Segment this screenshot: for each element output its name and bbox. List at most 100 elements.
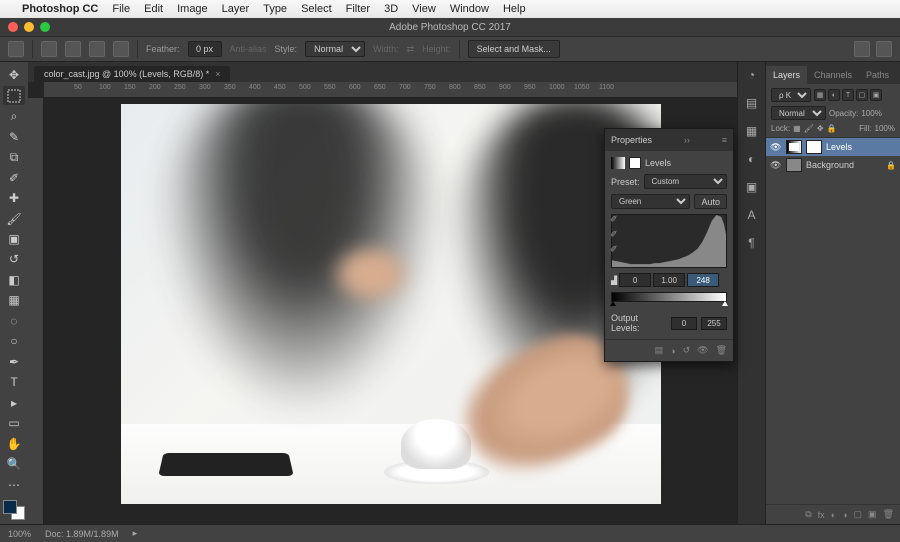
gray-point-eyedropper-icon[interactable]: ✐ [610, 229, 622, 241]
visibility-icon[interactable]: 👁 [770, 160, 782, 171]
menu-file[interactable]: File [112, 3, 130, 15]
lock-position-icon[interactable]: ✥ [817, 124, 824, 133]
history-panel-icon[interactable]: ◔ [743, 66, 761, 84]
canvas[interactable] [121, 104, 661, 504]
menu-layer[interactable]: Layer [222, 3, 250, 15]
select-and-mask-button[interactable]: Select and Mask... [468, 40, 560, 58]
foreground-color-swatch[interactable] [3, 500, 17, 514]
histogram[interactable] [611, 214, 727, 268]
layer-row[interactable]: 👁 Levels [766, 138, 900, 156]
layer-style-icon[interactable]: fx [818, 510, 825, 520]
adjustments-panel-icon[interactable]: ◐ [743, 150, 761, 168]
adjustment-thumbnail[interactable] [786, 140, 802, 154]
filter-smart-icon[interactable]: ▣ [870, 89, 882, 101]
eyedropper-tool[interactable]: ✐ [3, 168, 25, 186]
filter-kind-select[interactable]: ρ Kind [771, 88, 811, 102]
layer-mask-icon[interactable]: ◐ [831, 510, 836, 520]
brush-tool[interactable]: 🖌 [3, 209, 25, 227]
hand-tool[interactable]: ✋ [3, 434, 25, 452]
output-black-slider[interactable] [610, 301, 616, 306]
vertical-ruler[interactable] [28, 98, 44, 524]
panel-menu-icon[interactable]: ≡ [896, 65, 900, 84]
histogram-icon[interactable]: ▟ [611, 276, 617, 285]
channels-tab[interactable]: Channels [807, 66, 859, 84]
menu-edit[interactable]: Edit [144, 3, 163, 15]
style-select[interactable]: Normal [305, 41, 365, 57]
layer-thumbnail[interactable] [786, 158, 802, 172]
search-icon[interactable] [854, 41, 870, 57]
lock-paint-icon[interactable]: 🖌 [804, 124, 814, 133]
doc-info-arrow-icon[interactable]: ▸ [133, 528, 138, 539]
menu-filter[interactable]: Filter [346, 3, 370, 15]
new-adjustment-icon[interactable]: ◑ [842, 510, 847, 520]
dodge-tool[interactable]: ○ [3, 332, 25, 350]
layer-row[interactable]: 👁 Background 🔒 [766, 156, 900, 174]
doc-info[interactable]: Doc: 1.89M/1.89M [45, 529, 119, 539]
character-panel-icon[interactable]: A [743, 206, 761, 224]
filter-pixel-icon[interactable]: ▦ [814, 89, 826, 101]
color-swatches[interactable] [3, 500, 25, 520]
new-layer-icon[interactable]: ▣ [868, 509, 877, 520]
edit-toolbar[interactable]: ⋯ [3, 475, 25, 493]
filter-shape-icon[interactable]: ▢ [856, 89, 868, 101]
paragraph-panel-icon[interactable]: ¶ [743, 234, 761, 252]
input-black-field[interactable] [619, 273, 651, 287]
preset-select[interactable]: Custom [644, 174, 727, 189]
delete-layer-icon[interactable]: 🗑 [883, 509, 894, 520]
output-white-slider[interactable] [722, 301, 728, 306]
color-panel-icon[interactable]: ▤ [743, 94, 761, 112]
zoom-tool[interactable]: 🔍 [3, 455, 25, 473]
workspace-switcher-icon[interactable] [876, 41, 892, 57]
input-mid-field[interactable] [653, 273, 685, 287]
menu-select[interactable]: Select [301, 3, 332, 15]
type-tool[interactable]: T [3, 373, 25, 391]
toggle-visibility-icon[interactable]: 👁 [697, 345, 708, 356]
lock-transparency-icon[interactable]: ▦ [793, 124, 801, 133]
visibility-icon[interactable]: 👁 [770, 142, 782, 153]
document-tab[interactable]: color_cast.jpg @ 100% (Levels, RGB/8) * … [34, 66, 230, 82]
new-selection-icon[interactable] [41, 41, 57, 57]
menu-image[interactable]: Image [177, 3, 208, 15]
input-white-field[interactable] [687, 273, 719, 287]
filter-type-icon[interactable]: T [842, 89, 854, 101]
clip-to-layer-icon[interactable]: ▤ [655, 345, 664, 356]
output-gradient[interactable] [611, 292, 727, 302]
lasso-tool[interactable]: ⌕ [3, 107, 25, 125]
path-select-tool[interactable]: ▸ [3, 394, 25, 412]
properties-menu-icon[interactable]: ≡ [722, 135, 727, 145]
eraser-tool[interactable]: ◧ [3, 271, 25, 289]
gradient-tool[interactable]: ▦ [3, 291, 25, 309]
black-point-eyedropper-icon[interactable]: ✐ [610, 214, 622, 226]
zoom-window-button[interactable] [40, 22, 50, 32]
filter-adjust-icon[interactable]: ◐ [828, 89, 840, 101]
add-selection-icon[interactable] [65, 41, 81, 57]
mask-thumbnail[interactable] [806, 140, 822, 154]
history-brush-tool[interactable]: ↺ [3, 250, 25, 268]
subtract-selection-icon[interactable] [89, 41, 105, 57]
quick-select-tool[interactable]: ✎ [3, 127, 25, 145]
feather-input[interactable] [188, 41, 222, 57]
blend-mode-select[interactable]: Normal [771, 106, 826, 120]
app-menu[interactable]: Photoshop CC [22, 3, 98, 15]
zoom-level[interactable]: 100% [8, 529, 31, 539]
tool-preset-picker[interactable] [8, 41, 24, 57]
lock-all-icon[interactable]: 🔒 [827, 124, 837, 133]
menu-3d[interactable]: 3D [384, 3, 398, 15]
new-group-icon[interactable]: ▢ [854, 509, 863, 520]
pen-tool[interactable]: ✒ [3, 353, 25, 371]
libraries-panel-icon[interactable]: ▣ [743, 178, 761, 196]
close-tab-icon[interactable]: × [215, 69, 220, 79]
intersect-selection-icon[interactable] [113, 41, 129, 57]
channel-select[interactable]: Green [611, 194, 690, 209]
shape-tool[interactable]: ▭ [3, 414, 25, 432]
white-point-eyedropper-icon[interactable]: ✐ [610, 244, 622, 256]
close-window-button[interactable] [8, 22, 18, 32]
menu-type[interactable]: Type [263, 3, 287, 15]
paths-tab[interactable]: Paths [859, 66, 896, 84]
output-white-field[interactable] [701, 317, 727, 330]
menu-window[interactable]: Window [450, 3, 489, 15]
menu-view[interactable]: View [412, 3, 436, 15]
properties-collapse-icon[interactable]: ›› [684, 135, 690, 145]
swatches-panel-icon[interactable]: ▦ [743, 122, 761, 140]
clone-tool[interactable]: ▣ [3, 230, 25, 248]
